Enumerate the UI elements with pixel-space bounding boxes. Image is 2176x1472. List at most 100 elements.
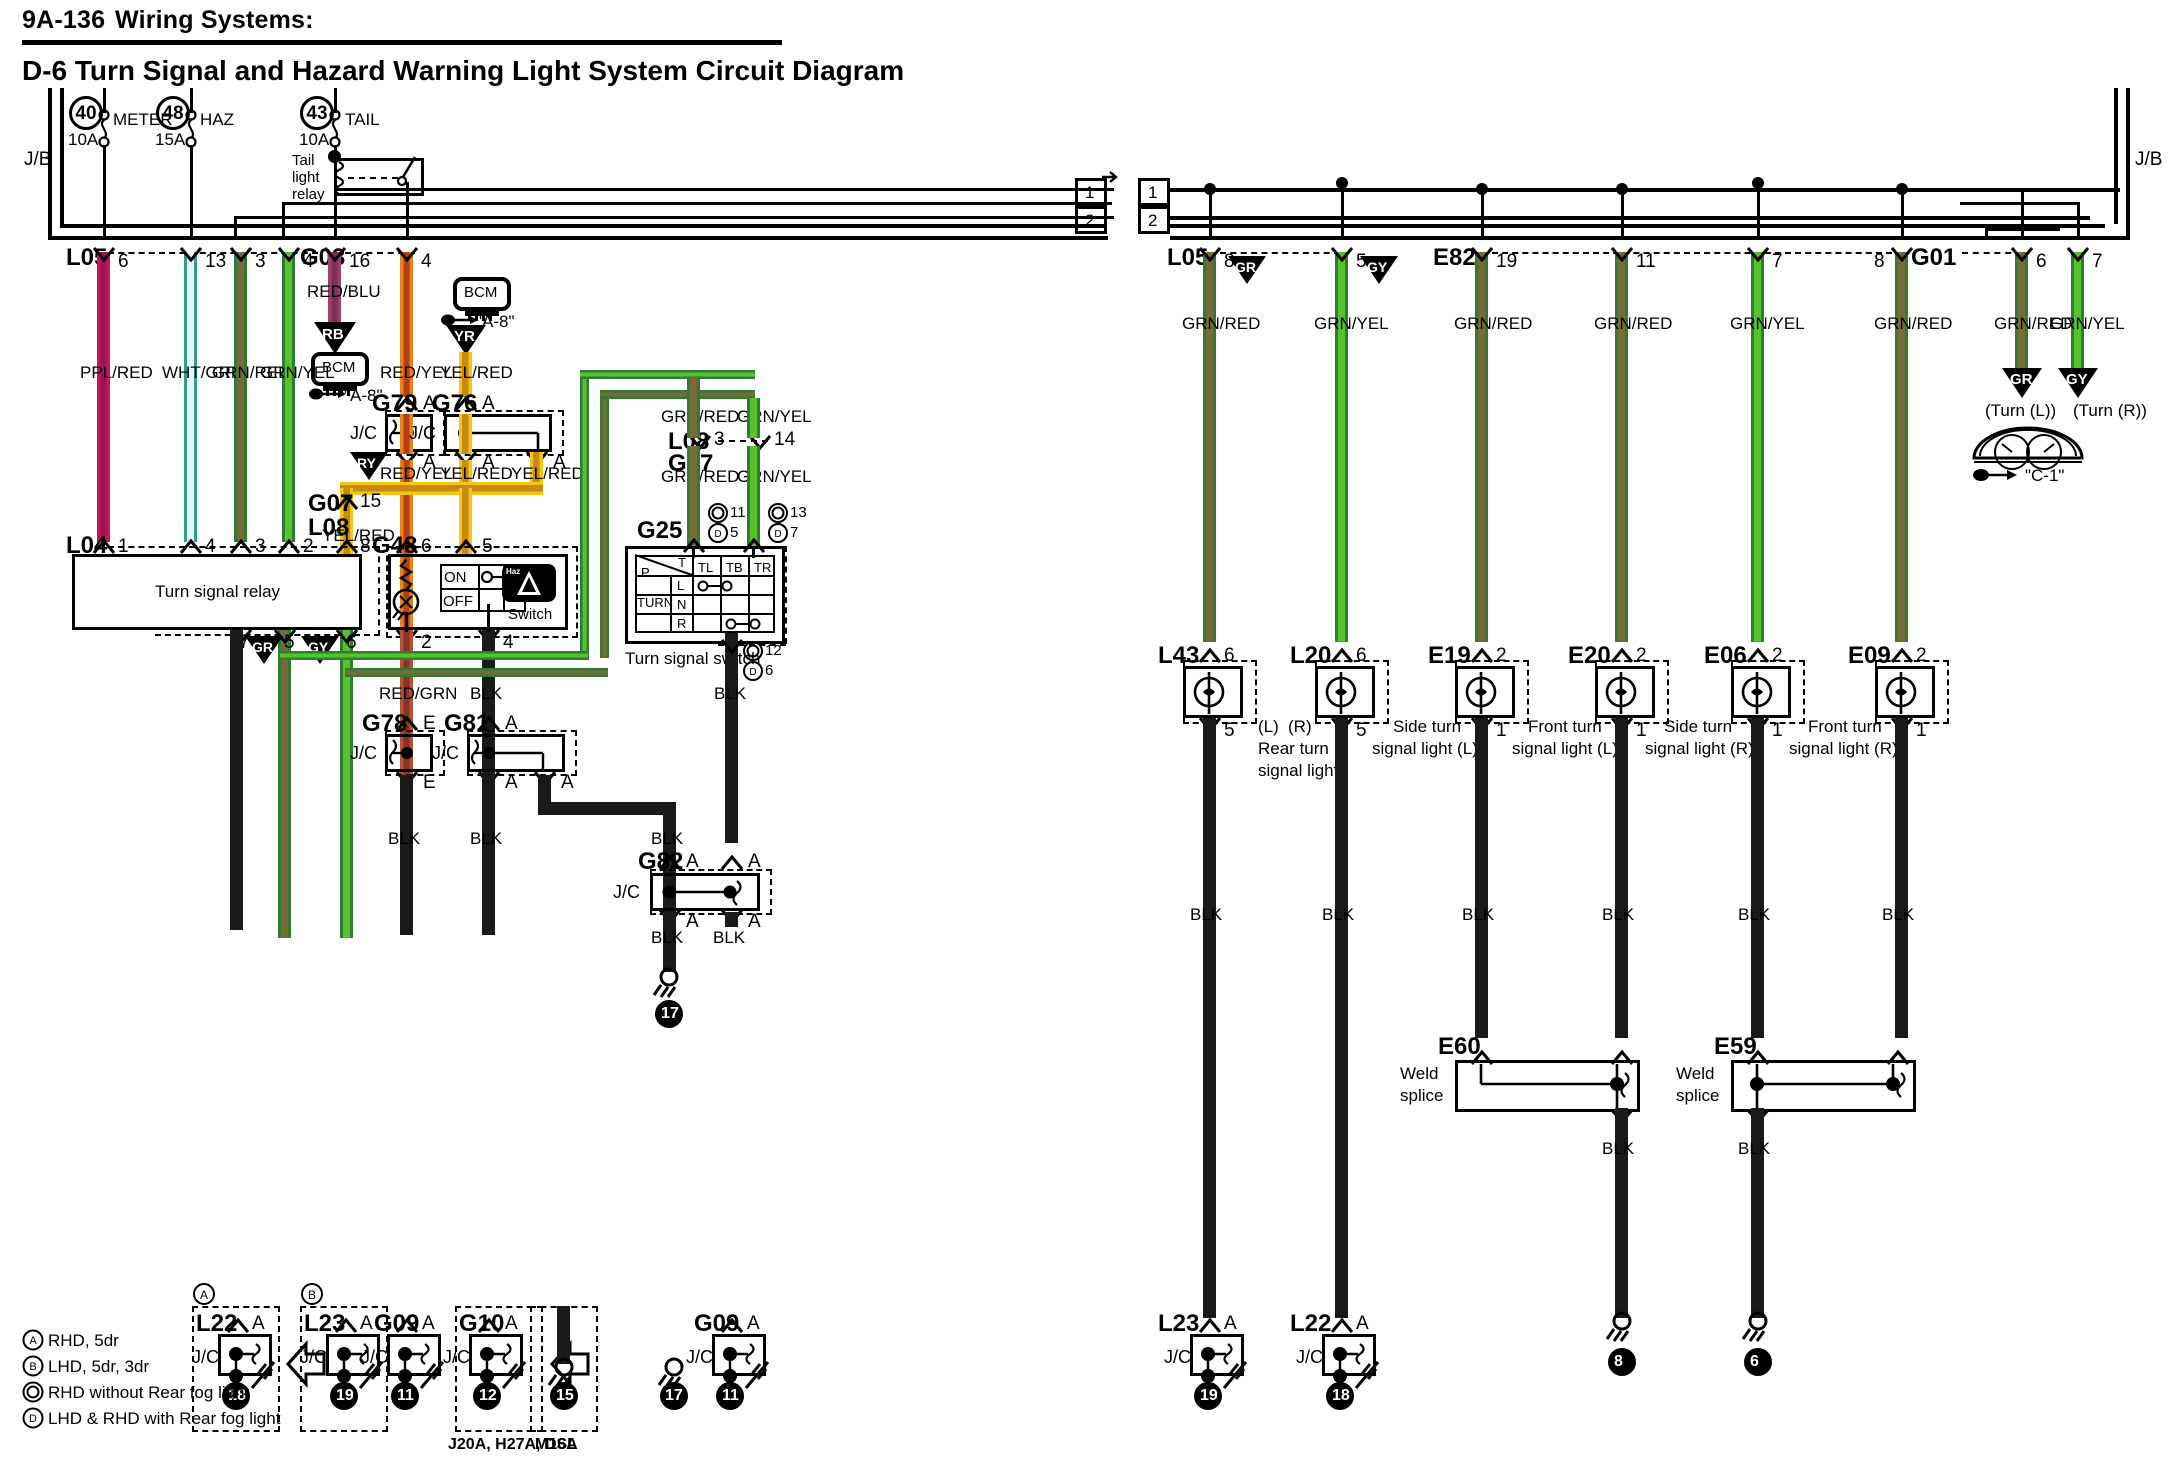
g25-tbl-v3 bbox=[720, 555, 722, 633]
g25-tbl-L: L bbox=[677, 578, 685, 593]
chevron-L23 bbox=[334, 1317, 358, 1333]
pin-G48-4: 4 bbox=[503, 632, 514, 653]
g82-jc-label: J/C bbox=[613, 882, 640, 902]
pin-G03-16: 16 bbox=[349, 251, 371, 272]
chevron-r1 bbox=[1198, 247, 1222, 263]
pin-E06-bot: 1 bbox=[1772, 720, 1783, 741]
page-code: 9A-136 bbox=[22, 6, 106, 34]
pin-L08-3: 3 bbox=[714, 429, 725, 450]
pin-L04-6: 6 bbox=[346, 632, 357, 653]
meter-label-turn-r: (Turn (R)) bbox=[2073, 401, 2147, 420]
ground-8-icon bbox=[1605, 1311, 1632, 1342]
lamp-L43-desc1: Rear turn bbox=[1258, 739, 1329, 758]
fuse-48-bottom-wire bbox=[190, 145, 193, 240]
fuse-40-amp: 10A bbox=[68, 130, 99, 149]
g48-inner-wire-2 bbox=[405, 612, 408, 632]
g79-jc-label: J/C bbox=[350, 423, 377, 443]
chevron-L04-2 bbox=[277, 538, 301, 554]
jb-right-top-inner2 bbox=[1170, 216, 2090, 220]
lamp-E06-desc1: Side turn bbox=[1664, 717, 1733, 736]
wire-grn-red-l04-5 bbox=[278, 630, 291, 938]
lamp-L43-gnd-label: BLK bbox=[1190, 905, 1223, 924]
bcm-label-upper: BCM bbox=[464, 284, 498, 301]
pin-G07-14: 14 bbox=[774, 429, 796, 450]
lamp-L43-gnd-wire bbox=[1203, 718, 1216, 1318]
lamp-E19-desc2: signal light (L) bbox=[1372, 739, 1478, 758]
green-route-bot-outer bbox=[280, 651, 588, 660]
wire-grn-yel-g25-b bbox=[747, 446, 760, 546]
fuse-48-amp: 15A bbox=[155, 130, 186, 149]
weld-E60-l1: Weld bbox=[1400, 1064, 1439, 1083]
hazard-indicator-lamp-icon bbox=[392, 559, 420, 621]
route-a bbox=[234, 216, 1114, 219]
bus-leg-4 bbox=[1621, 188, 1624, 238]
pin-L23: A bbox=[360, 1313, 373, 1334]
lamp-E20-gnd-label: BLK bbox=[1602, 905, 1635, 924]
wire-r4-grn-red bbox=[1615, 252, 1628, 642]
svg-text:A: A bbox=[200, 1288, 208, 1302]
wire-label-r6: GRN/RED bbox=[1874, 314, 1953, 333]
g25-tbl-T: T bbox=[678, 555, 686, 570]
tag-gr-r1-label: GR bbox=[1235, 259, 1256, 275]
wire-blk-g81-right-h bbox=[538, 802, 676, 815]
bcm-label-left: BCM bbox=[322, 359, 356, 376]
g25-tag-d5: D bbox=[708, 523, 728, 543]
g25-out-wire bbox=[725, 633, 738, 843]
hazard-switch-icon: Haz bbox=[502, 564, 556, 602]
pin-E09-bot: 1 bbox=[1916, 720, 1927, 741]
ground-6-num: 6 bbox=[1750, 1353, 1759, 1370]
wire-label-blk-g81: BLK bbox=[470, 829, 503, 848]
wire-g01-7-grn-yel bbox=[2071, 252, 2084, 372]
weld-E60-l2: splice bbox=[1400, 1086, 1444, 1105]
g25-wire-in-1 bbox=[692, 546, 695, 558]
tag-gy-r2-label: GY bbox=[1367, 259, 1388, 275]
g78-jc-label: J/C bbox=[350, 743, 377, 763]
wire-label-r4: GRN/RED bbox=[1594, 314, 1673, 333]
bus-leg-1 bbox=[1209, 188, 1212, 238]
br-l22-ground-icon bbox=[1354, 1361, 1380, 1389]
jb-right-top-inner bbox=[1170, 188, 2120, 192]
jb-left-inner bbox=[60, 88, 64, 224]
g76-jc-label: J/C bbox=[409, 423, 436, 443]
lamp-E09-bulb-icon bbox=[1885, 672, 1917, 714]
pin-L04-8: 8 bbox=[360, 536, 371, 557]
chevron-E59-in1 bbox=[1746, 1049, 1770, 1065]
weld-E60-internal bbox=[1479, 1064, 1630, 1110]
wire-g01-6-grn-red bbox=[2015, 252, 2028, 372]
g25-tag-c12-num: 12 bbox=[765, 642, 782, 659]
meter-ref-arrow bbox=[1973, 469, 2017, 481]
chevron-g01-6 bbox=[2010, 247, 2034, 263]
connector-br-L22-label: L22 bbox=[1290, 1310, 1332, 1337]
tag-gr-meter-label: GR bbox=[2010, 371, 2033, 388]
pin-L05-4: 4 bbox=[303, 251, 314, 272]
m16a-wire bbox=[557, 1306, 570, 1364]
br-l22-jc: J/C bbox=[1296, 1347, 1323, 1367]
section-title: Wiring Systems: bbox=[115, 6, 314, 34]
br-l23-ground-icon bbox=[1222, 1361, 1248, 1389]
g81-jc-label: J/C bbox=[432, 743, 459, 763]
pin-G82-b1: A bbox=[686, 911, 699, 932]
bus-leg-5 bbox=[1757, 182, 1760, 238]
pin-E20-bot: 1 bbox=[1636, 720, 1647, 741]
wire-label-blk-g82-o1: BLK bbox=[651, 928, 684, 947]
pin-G10: A bbox=[505, 1313, 518, 1334]
chevron-r6 bbox=[1890, 247, 1914, 263]
chevron-L04-3 bbox=[229, 538, 253, 554]
connector-G25-label: G25 bbox=[637, 517, 683, 544]
g09-a-jc: J/C bbox=[361, 1347, 388, 1367]
lamp-E19-gnd-wire bbox=[1475, 718, 1488, 1038]
lamp-E09-desc1: Front turn bbox=[1808, 717, 1882, 736]
wire-label-blk-g25: BLK bbox=[714, 684, 747, 703]
lamp-E20-bulb-icon bbox=[1605, 672, 1637, 714]
lamp-L43-side: (L) bbox=[1258, 717, 1279, 736]
connector-G01-label: G01 bbox=[1911, 244, 1957, 271]
chevron-g01-7 bbox=[2066, 247, 2090, 263]
tag-gy-meter-label: GY bbox=[2066, 371, 2088, 388]
wire-label-blk-g82-in: BLK bbox=[651, 829, 684, 848]
chevron-r3 bbox=[1470, 247, 1494, 263]
g09-a-ground-num: 11 bbox=[397, 1387, 414, 1404]
jb-right-inner bbox=[2114, 88, 2118, 224]
lamp-E09-desc2: signal light (R) bbox=[1789, 739, 1898, 758]
g01-route-h1 bbox=[1960, 202, 2080, 205]
chevron-G03-16 bbox=[323, 247, 347, 263]
